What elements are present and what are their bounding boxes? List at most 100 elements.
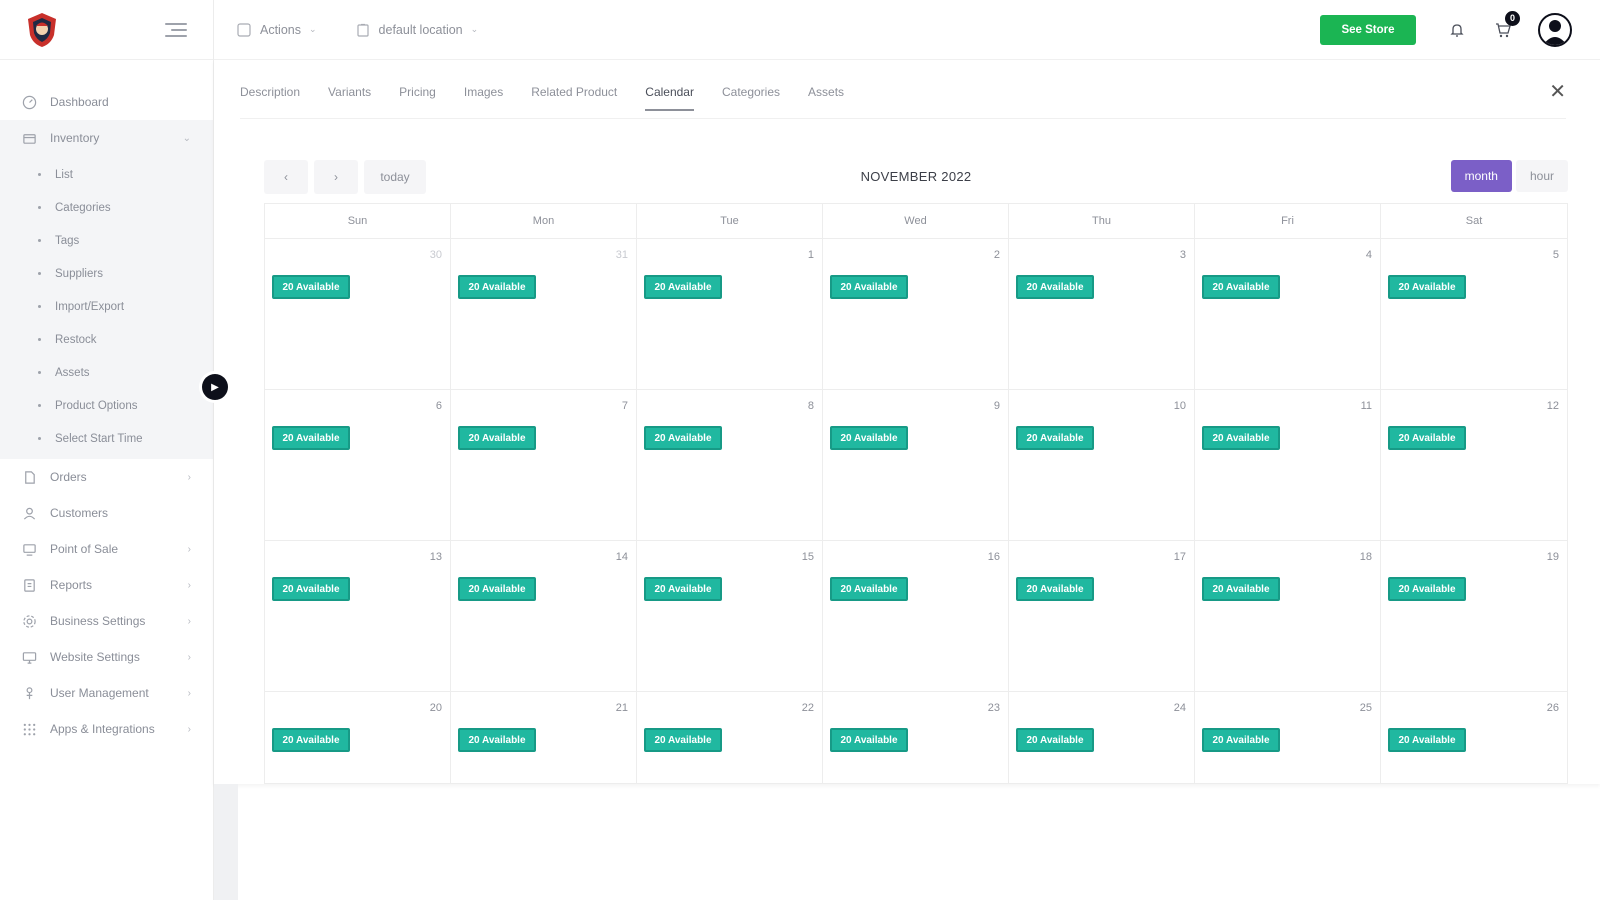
availability-event[interactable]: 20 Available — [830, 577, 908, 601]
next-month-button[interactable]: › — [314, 160, 358, 194]
day-cell[interactable]: 8 20 Available — [637, 390, 823, 540]
submenu-item-product-options[interactable]: Product Options — [0, 389, 213, 422]
day-cell[interactable]: 15 20 Available — [637, 541, 823, 691]
availability-event[interactable]: 20 Available — [272, 426, 350, 450]
tab-categories[interactable]: Categories — [722, 85, 780, 111]
availability-event[interactable]: 20 Available — [458, 426, 536, 450]
availability-event[interactable]: 20 Available — [1388, 577, 1466, 601]
availability-event[interactable]: 20 Available — [1388, 275, 1466, 299]
availability-event[interactable]: 20 Available — [830, 426, 908, 450]
month-view-button[interactable]: month — [1450, 160, 1512, 192]
day-cell[interactable]: 26 20 Available — [1381, 692, 1567, 783]
tab-assets[interactable]: Assets — [808, 85, 844, 111]
submenu-item-suppliers[interactable]: Suppliers — [0, 257, 213, 290]
day-cell[interactable]: 10 20 Available — [1009, 390, 1195, 540]
day-cell[interactable]: 20 20 Available — [265, 692, 451, 783]
day-cell[interactable]: 30 20 Available — [265, 239, 451, 389]
tab-images[interactable]: Images — [464, 85, 503, 111]
day-cell[interactable]: 16 20 Available — [823, 541, 1009, 691]
day-cell[interactable]: 3 20 Available — [1009, 239, 1195, 389]
sidebar-item-point-of-sale[interactable]: Point of Sale › — [0, 531, 213, 567]
today-button[interactable]: today — [364, 160, 426, 194]
submenu-item-list[interactable]: List — [0, 158, 213, 191]
availability-event[interactable]: 20 Available — [272, 275, 350, 299]
availability-event[interactable]: 20 Available — [458, 728, 536, 752]
submenu-item-tags[interactable]: Tags — [0, 224, 213, 257]
availability-event[interactable]: 20 Available — [1016, 426, 1094, 450]
availability-event[interactable]: 20 Available — [644, 426, 722, 450]
location-dropdown[interactable]: default location ⌄ — [355, 22, 478, 38]
submenu-item-select-start-time[interactable]: Select Start Time — [0, 422, 213, 455]
availability-event[interactable]: 20 Available — [272, 728, 350, 752]
day-cell[interactable]: 17 20 Available — [1009, 541, 1195, 691]
day-cell[interactable]: 12 20 Available — [1381, 390, 1567, 540]
day-cell[interactable]: 11 20 Available — [1195, 390, 1381, 540]
availability-event[interactable]: 20 Available — [1202, 275, 1280, 299]
tab-calendar[interactable]: Calendar — [645, 85, 694, 111]
brand-logo[interactable] — [24, 10, 60, 50]
sidebar-item-dashboard[interactable]: Dashboard — [0, 84, 213, 120]
day-number: 31 — [615, 249, 628, 261]
availability-event[interactable]: 20 Available — [1388, 728, 1466, 752]
day-cell[interactable]: 23 20 Available — [823, 692, 1009, 783]
day-cell[interactable]: 9 20 Available — [823, 390, 1009, 540]
sidebar-item-user-management[interactable]: User Management › — [0, 675, 213, 711]
availability-event[interactable]: 20 Available — [272, 577, 350, 601]
availability-event[interactable]: 20 Available — [1016, 577, 1094, 601]
tab-pricing[interactable]: Pricing — [399, 85, 436, 111]
availability-event[interactable]: 20 Available — [830, 728, 908, 752]
availability-event[interactable]: 20 Available — [1388, 426, 1466, 450]
sidebar-item-business-settings[interactable]: Business Settings › — [0, 603, 213, 639]
submenu-item-restock[interactable]: Restock — [0, 323, 213, 356]
day-cell[interactable]: 21 20 Available — [451, 692, 637, 783]
actions-dropdown[interactable]: Actions ⌄ — [236, 22, 317, 38]
availability-event[interactable]: 20 Available — [644, 577, 722, 601]
availability-event[interactable]: 20 Available — [1202, 426, 1280, 450]
availability-event[interactable]: 20 Available — [1016, 275, 1094, 299]
hour-view-button[interactable]: hour — [1515, 160, 1568, 192]
availability-event[interactable]: 20 Available — [458, 275, 536, 299]
menu-toggle-icon[interactable] — [165, 22, 187, 37]
submenu-item-categories[interactable]: Categories — [0, 191, 213, 224]
day-cell[interactable]: 6 20 Available — [265, 390, 451, 540]
availability-event[interactable]: 20 Available — [644, 728, 722, 752]
day-cell[interactable]: 24 20 Available — [1009, 692, 1195, 783]
sidebar-item-apps-integrations[interactable]: Apps & Integrations › — [0, 711, 213, 747]
see-store-button[interactable]: See Store — [1320, 14, 1416, 45]
day-cell[interactable]: 5 20 Available — [1381, 239, 1567, 389]
bell-icon[interactable] — [1446, 19, 1468, 41]
day-cell[interactable]: 18 20 Available — [1195, 541, 1381, 691]
sidebar-item-customers[interactable]: Customers — [0, 495, 213, 531]
sidebar-item-inventory[interactable]: Inventory ⌄ — [0, 120, 213, 156]
sidebar-item-reports[interactable]: Reports › — [0, 567, 213, 603]
availability-event[interactable]: 20 Available — [1202, 728, 1280, 752]
sidebar-item-website-settings[interactable]: Website Settings › — [0, 639, 213, 675]
day-cell[interactable]: 7 20 Available — [451, 390, 637, 540]
availability-event[interactable]: 20 Available — [1202, 577, 1280, 601]
tab-variants[interactable]: Variants — [328, 85, 371, 111]
day-cell[interactable]: 19 20 Available — [1381, 541, 1567, 691]
day-cell[interactable]: 31 20 Available — [451, 239, 637, 389]
sidebar-item-label: Business Settings — [50, 614, 146, 628]
day-cell[interactable]: 4 20 Available — [1195, 239, 1381, 389]
day-cell[interactable]: 13 20 Available — [265, 541, 451, 691]
submenu-item-import-export[interactable]: Import/Export — [0, 290, 213, 323]
tab-description[interactable]: Description — [240, 85, 300, 111]
day-cell[interactable]: 14 20 Available — [451, 541, 637, 691]
day-cell[interactable]: 1 20 Available — [637, 239, 823, 389]
day-cell[interactable]: 22 20 Available — [637, 692, 823, 783]
day-cell[interactable]: 2 20 Available — [823, 239, 1009, 389]
availability-event[interactable]: 20 Available — [830, 275, 908, 299]
submenu-item-assets[interactable]: Assets — [0, 356, 213, 389]
availability-event[interactable]: 20 Available — [644, 275, 722, 299]
close-icon[interactable]: ✕ — [1549, 82, 1566, 102]
day-cell[interactable]: 25 20 Available — [1195, 692, 1381, 783]
sidebar-item-orders[interactable]: Orders › — [0, 459, 213, 495]
tab-related-product[interactable]: Related Product — [531, 85, 617, 111]
availability-event[interactable]: 20 Available — [1016, 728, 1094, 752]
prev-month-button[interactable]: ‹ — [264, 160, 308, 194]
cart-icon[interactable]: 0 — [1492, 10, 1520, 41]
avatar[interactable] — [1538, 12, 1572, 47]
availability-event[interactable]: 20 Available — [458, 577, 536, 601]
collapse-sidebar-button[interactable]: ▶ — [202, 374, 228, 400]
